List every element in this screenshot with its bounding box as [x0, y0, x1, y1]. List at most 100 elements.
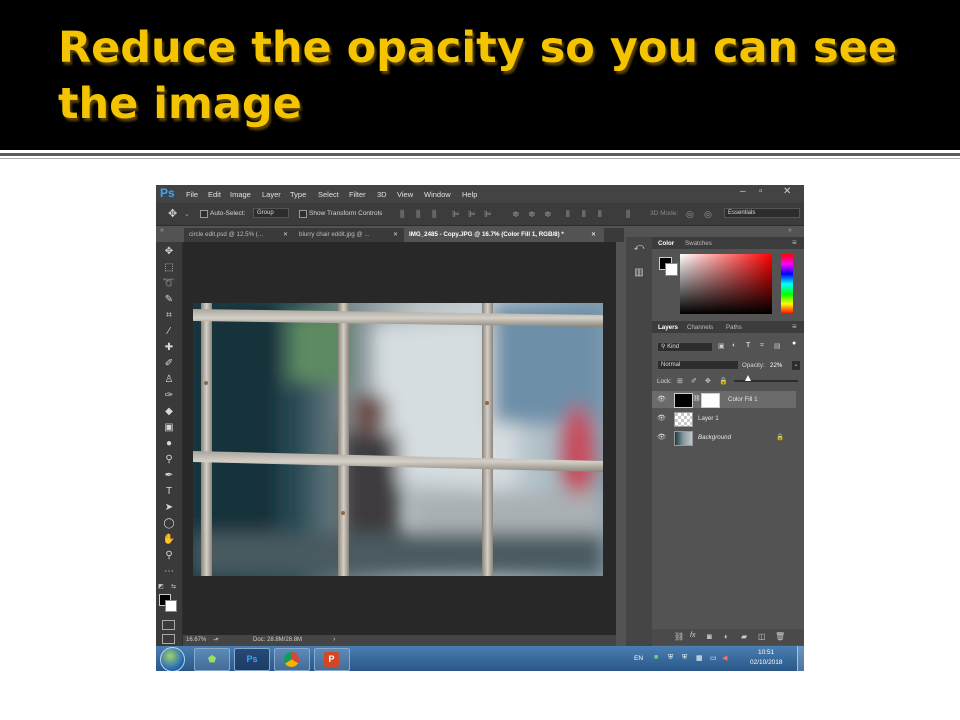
filter-pixel-icon[interactable]: ▣	[718, 342, 725, 350]
opacity-chevron-icon[interactable]: ⌄	[791, 360, 801, 371]
menu-type[interactable]: Type	[290, 190, 306, 199]
restore-button[interactable]: ▫	[759, 186, 763, 197]
3d-roll-icon[interactable]: ◎	[704, 209, 712, 220]
background-color-swatch[interactable]	[165, 600, 177, 612]
new-layer-icon[interactable]: ◫	[758, 632, 766, 641]
lasso-tool-icon[interactable]: ➰	[162, 277, 176, 291]
tab-circle-edit[interactable]: circle edit.psd @ 12.5% (...	[184, 228, 292, 242]
menu-image[interactable]: Image	[230, 190, 251, 199]
quick-mask-icon[interactable]	[162, 620, 175, 630]
collapse-panels-icon[interactable]: «	[788, 227, 792, 234]
menu-window[interactable]: Window	[424, 190, 451, 199]
visibility-eye-icon[interactable]: 👁	[657, 433, 666, 441]
default-colors-icon[interactable]: ◩	[158, 583, 164, 590]
layers-panel-menu-icon[interactable]: ≡	[792, 322, 797, 331]
fx-icon[interactable]: fx	[690, 632, 695, 639]
distribute-center-icon[interactable]: ⫴	[582, 209, 586, 220]
zoom-readout[interactable]: 16.67%	[186, 637, 206, 643]
distribute-left-icon[interactable]: ⫴	[566, 209, 570, 220]
quick-select-tool-icon[interactable]: ✎	[162, 293, 176, 307]
layer-link-icon[interactable]: ⛓	[693, 395, 701, 402]
status-menu-arrow[interactable]: ›	[333, 636, 335, 643]
blur-tool-icon[interactable]: ●	[162, 437, 176, 451]
more-tools-icon[interactable]: ⋯	[162, 565, 176, 579]
tray-security-icon[interactable]: ⛨	[682, 654, 687, 662]
filter-toggle-icon[interactable]: ●	[792, 340, 796, 347]
menu-file[interactable]: File	[186, 190, 198, 199]
tab-layers[interactable]: Layers	[658, 324, 678, 331]
marquee-tool-icon[interactable]: ⬚	[162, 261, 176, 275]
align-right-icon[interactable]: ⊫	[484, 209, 492, 220]
tab-color[interactable]: Color	[658, 240, 674, 247]
tab-swatches[interactable]: Swatches	[685, 240, 712, 247]
tab-channels[interactable]: Channels	[687, 324, 713, 331]
lock-position-icon[interactable]: ✥	[705, 377, 711, 385]
zoom-tool-icon[interactable]: ⚲	[162, 549, 176, 563]
lock-pixels-icon[interactable]: ✐	[691, 377, 697, 385]
chrome-taskbar-button[interactable]	[274, 648, 310, 671]
close-button[interactable]: ✕	[783, 186, 791, 197]
opacity-slider-thumb[interactable]	[745, 375, 752, 381]
menu-help[interactable]: Help	[462, 190, 477, 199]
tab-close-icon[interactable]: ✕	[283, 231, 288, 238]
gradient-tool-icon[interactable]: ▣	[162, 421, 176, 435]
hand-tool-icon[interactable]: ✋	[162, 533, 176, 547]
tab-close-icon[interactable]: ✕	[393, 231, 398, 238]
visibility-eye-icon[interactable]: 👁	[657, 414, 666, 422]
properties-panel-icon[interactable]: ▥	[633, 267, 645, 279]
tray-volume-icon[interactable]: ◀	[722, 654, 727, 662]
show-desktop-button[interactable]	[797, 646, 804, 671]
distribute-top-icon[interactable]: ≑	[512, 209, 520, 220]
layer-row-layer-1[interactable]: 👁 Layer 1	[652, 410, 796, 427]
share-icon[interactable]: ⬏	[213, 636, 219, 644]
clone-stamp-icon[interactable]: ♙	[162, 373, 176, 387]
group-folder-icon[interactable]: ▰	[741, 632, 747, 641]
collapse-toolbox-icon[interactable]: »	[160, 227, 164, 234]
menu-layer[interactable]: Layer	[262, 190, 281, 199]
dodge-tool-icon[interactable]: ⚲	[162, 453, 176, 467]
filter-type-icon[interactable]: T	[746, 342, 750, 349]
clock-date[interactable]: 02/10/2018	[750, 659, 783, 666]
color-background-swatch[interactable]	[665, 263, 678, 276]
opacity-slider-track[interactable]	[734, 380, 798, 382]
eraser-tool-icon[interactable]: ◆	[162, 405, 176, 419]
eyedropper-tool-icon[interactable]: ⁄	[162, 325, 176, 339]
tool-preset-chevron-icon[interactable]: ⌄	[184, 210, 190, 218]
menu-select[interactable]: Select	[318, 190, 339, 199]
color-field[interactable]	[680, 254, 772, 314]
show-transform-checkbox[interactable]	[299, 210, 307, 218]
lock-transparent-icon[interactable]: ⊞	[677, 377, 683, 385]
3d-orbit-icon[interactable]: ◎	[686, 209, 694, 220]
align-top-icon[interactable]: ⫼	[400, 209, 404, 220]
pen-tool-icon[interactable]: ✒	[162, 469, 176, 483]
distribute-right-icon[interactable]: ⫴	[598, 209, 602, 220]
menu-3d[interactable]: 3D	[377, 190, 387, 199]
minimize-button[interactable]: –	[740, 186, 746, 197]
align-left-icon[interactable]: ⊫	[452, 209, 460, 220]
align-center-icon[interactable]: ⊫	[468, 209, 476, 220]
healing-brush-icon[interactable]: ✚	[162, 341, 176, 355]
filter-adjustment-icon[interactable]: ◐	[732, 342, 736, 349]
layer-row-color-fill[interactable]: 👁 ⛓ Color Fill 1	[652, 391, 796, 408]
winrar-taskbar-button[interactable]: ⬟	[194, 648, 230, 671]
trash-icon[interactable]: 🗑	[775, 632, 785, 641]
panel-menu-icon[interactable]: ≡	[792, 238, 797, 247]
tab-blurry-chair[interactable]: blurry chair eddit.jpg @ ...	[294, 228, 402, 242]
lock-all-icon[interactable]: 🔒	[719, 377, 728, 385]
path-select-icon[interactable]: ➤	[162, 501, 176, 515]
distribute-middle-icon[interactable]: ≑	[528, 209, 536, 220]
adjustment-layer-icon[interactable]: ◐	[724, 632, 729, 641]
tab-close-icon[interactable]: ✕	[591, 231, 596, 238]
visibility-eye-icon[interactable]: 👁	[657, 395, 666, 403]
auto-select-dropdown[interactable]: Group	[253, 208, 289, 218]
menu-edit[interactable]: Edit	[208, 190, 221, 199]
tray-app-icon[interactable]: ■	[654, 654, 658, 661]
tray-shield-icon[interactable]: ⛨	[668, 654, 673, 662]
history-panel-icon[interactable]: ⤺	[633, 242, 645, 254]
opacity-value[interactable]: 22%	[770, 362, 782, 369]
tab-paths[interactable]: Paths	[726, 324, 742, 331]
history-brush-icon[interactable]: ✑	[162, 389, 176, 403]
link-layers-icon[interactable]: ⛓	[674, 632, 684, 641]
clock-time[interactable]: 10:51	[758, 649, 774, 656]
align-middle-icon[interactable]: ⫼	[416, 209, 420, 220]
